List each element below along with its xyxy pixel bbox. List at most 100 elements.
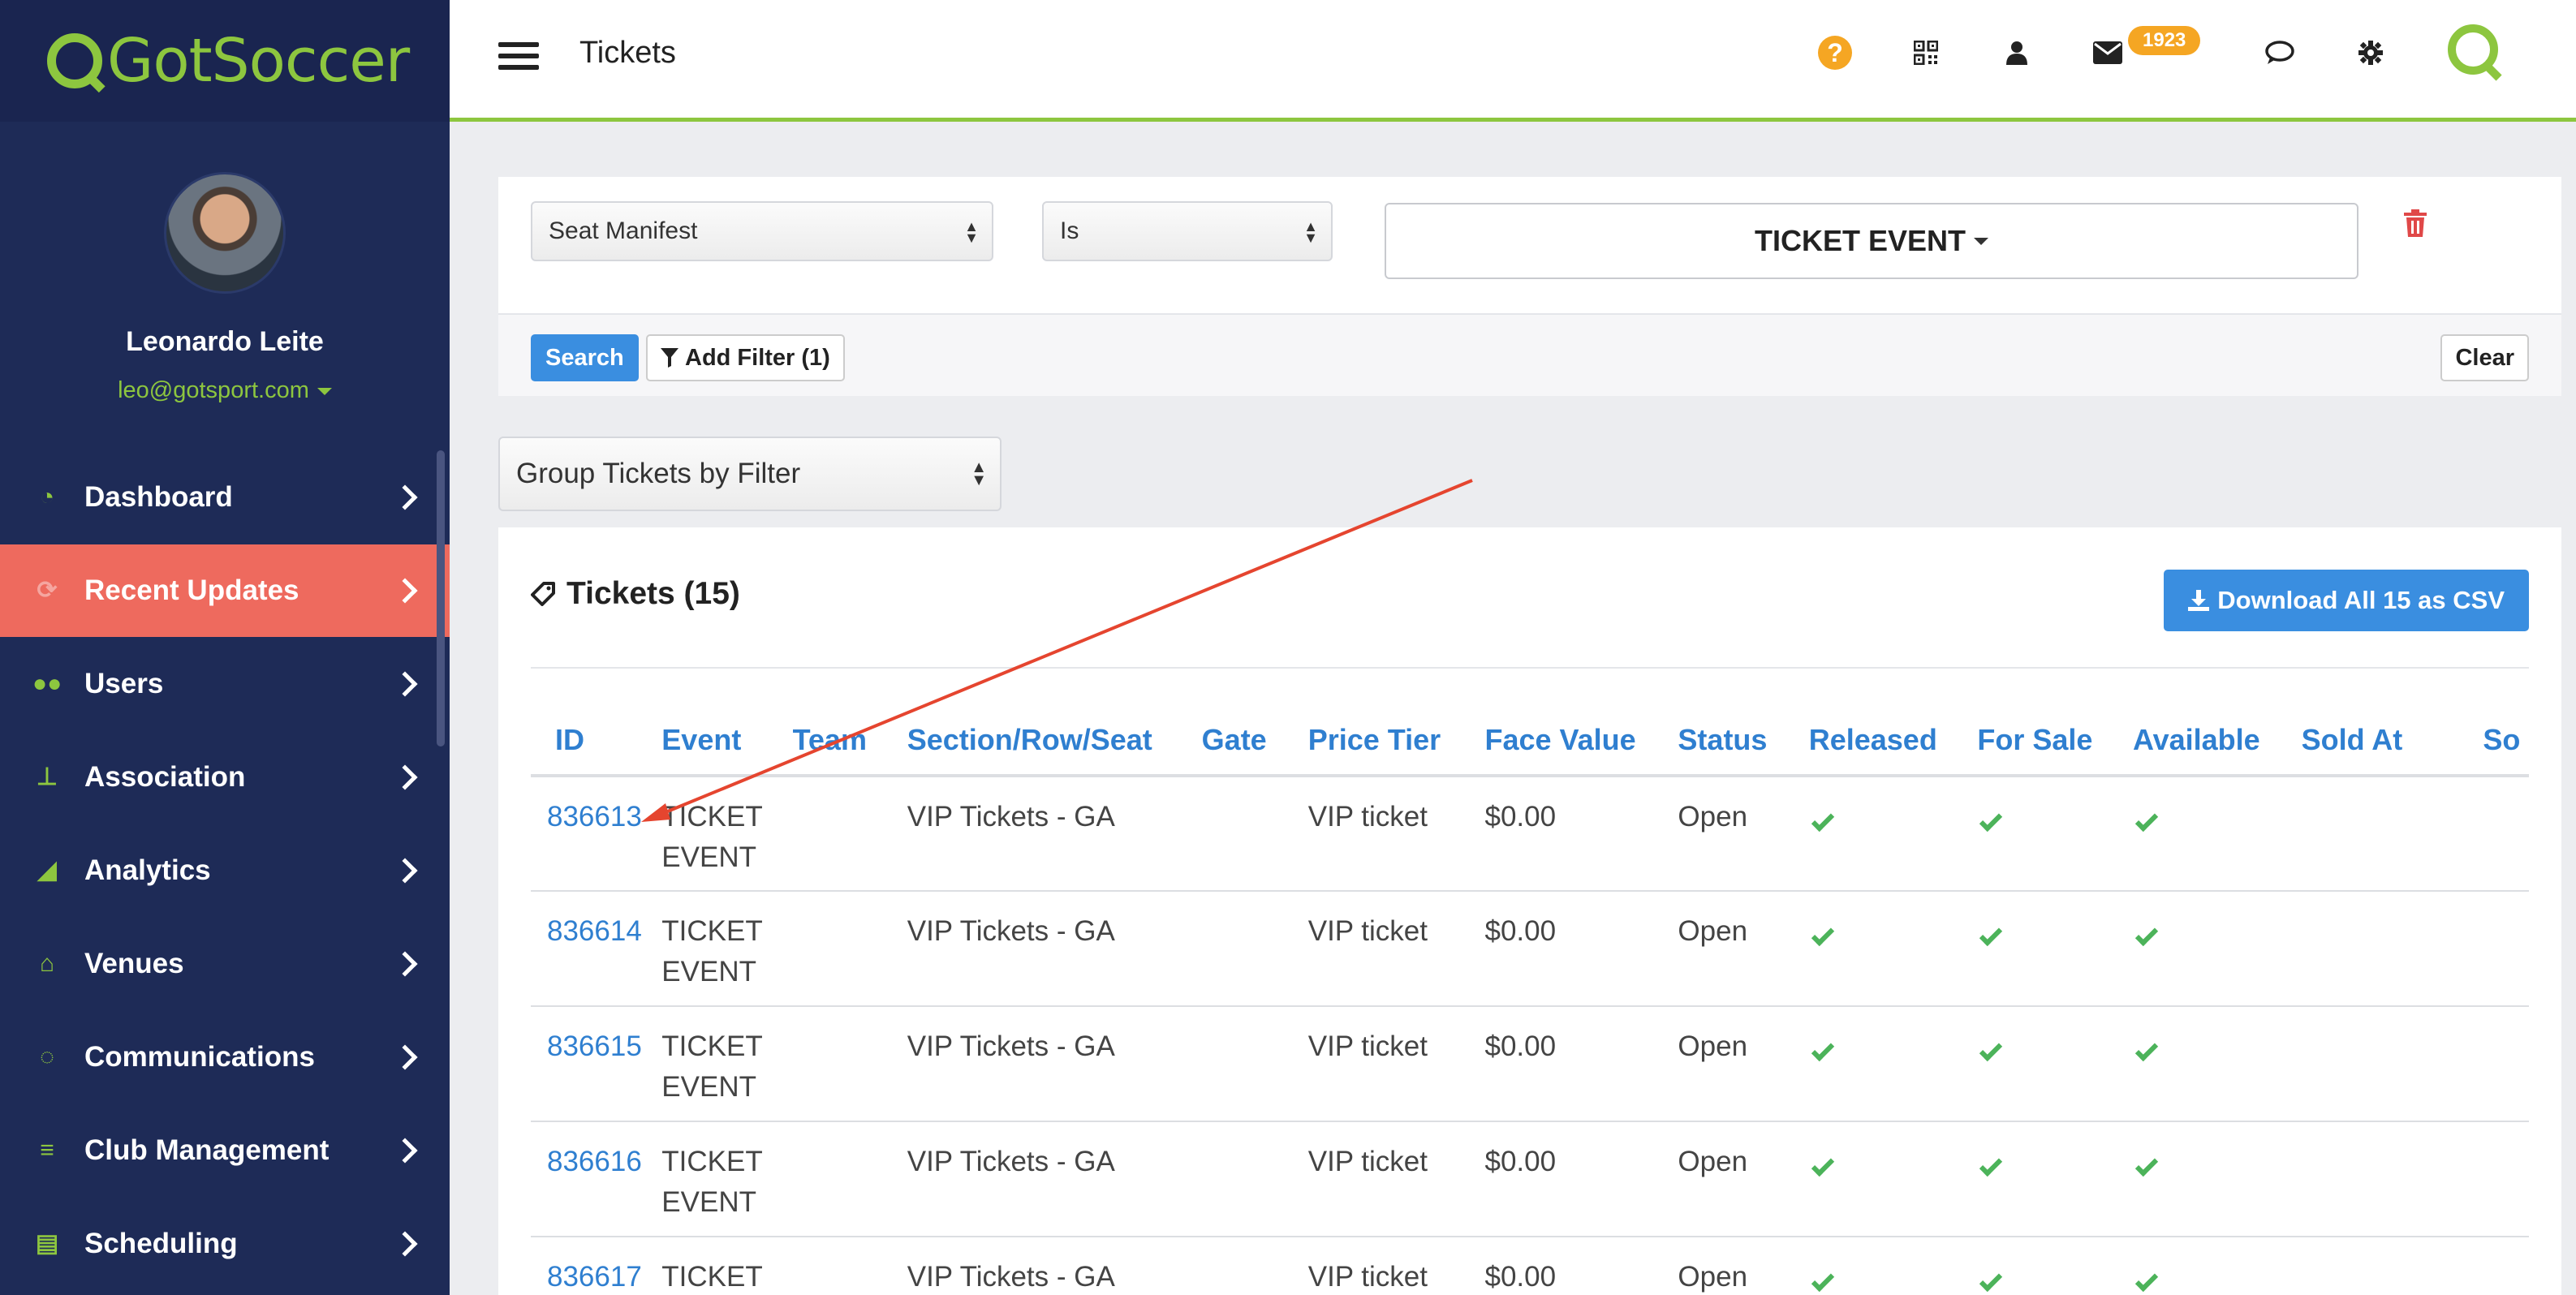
filter-value-dropdown[interactable]: TICKET EVENT <box>1385 203 2358 279</box>
filter-panel: Seat Manifest ▲ ▼ Is ▲ ▼ TICKET EVENT Sear… <box>498 177 2561 396</box>
filter-field-select[interactable]: Seat Manifest ▲ ▼ <box>531 201 993 261</box>
tickets-title: Tickets (15) <box>566 576 740 611</box>
column-header-available[interactable]: Available <box>2132 706 2302 777</box>
sidebar-scrollbar[interactable] <box>437 450 445 746</box>
add-filter-button[interactable]: Add Filter (1) <box>646 334 845 381</box>
column-header-status[interactable]: Status <box>1678 706 1809 777</box>
sidebar-item-dashboard[interactable]: ◔ Dashboard <box>0 451 450 544</box>
cell-gate <box>1201 1237 1308 1295</box>
check-icon <box>2134 808 2159 832</box>
table-row[interactable]: 836616 TICKET EVENT VIP Tickets - GA VIP ti… <box>531 1121 2529 1237</box>
chevron-right-icon <box>392 1044 418 1070</box>
download-csv-button[interactable]: Download All 15 as CSV <box>2164 570 2529 631</box>
page-title: Tickets <box>579 36 676 70</box>
check-icon <box>1979 808 2003 832</box>
divider <box>531 667 2529 669</box>
column-header-price-tier[interactable]: Price Tier <box>1307 706 1485 777</box>
comment-icon[interactable] <box>2259 32 2300 73</box>
filter-operator-select[interactable]: Is ▲ ▼ <box>1042 201 1333 261</box>
cell-id[interactable]: 836615 <box>531 1006 662 1122</box>
gear-icon[interactable] <box>2350 32 2391 73</box>
cell-for-sale <box>1977 1121 2133 1237</box>
cell-id[interactable]: 836616 <box>531 1121 662 1237</box>
check-icon <box>1811 1268 1834 1293</box>
check-icon <box>1811 923 1834 947</box>
cell-price-tier: VIP ticket <box>1307 1006 1485 1122</box>
clear-button[interactable]: Clear <box>2440 334 2529 381</box>
gotsoccer-logo[interactable]: GotSoccer <box>47 26 410 96</box>
cell-released <box>1808 776 1978 892</box>
cell-for-sale <box>1977 776 2133 892</box>
column-header-so[interactable]: So <box>2483 706 2529 777</box>
select-arrows-icon: ▲ ▼ <box>964 218 979 246</box>
cell-id[interactable]: 836613 <box>531 776 662 892</box>
sidebar-item-scheduling[interactable]: ▤ Scheduling <box>0 1198 450 1290</box>
sidebar-item-analytics[interactable]: ◢ Analytics <box>0 824 450 917</box>
profile-email-dropdown[interactable]: leo@gotsport.com <box>0 377 450 404</box>
sidebar-item-recent-updates[interactable]: ⟳ Recent Updates <box>0 544 450 637</box>
qrcode-icon[interactable] <box>1906 32 1946 73</box>
cell-team <box>792 1237 907 1295</box>
table-row[interactable]: 836614 TICKET EVENT VIP Tickets - GA VIP ti… <box>531 891 2529 1007</box>
table-row[interactable]: 836617 TICKET VIP Tickets - GA VIP ticket $0… <box>531 1237 2529 1295</box>
cell-sold-at <box>2301 776 2483 892</box>
select-arrows-icon: ▲ ▼ <box>1303 218 1318 246</box>
cell-price-tier: VIP ticket <box>1307 891 1485 1007</box>
column-header-gate[interactable]: Gate <box>1201 706 1308 777</box>
column-header-face-value[interactable]: Face Value <box>1484 706 1678 777</box>
group-tickets-select[interactable]: Group Tickets by Filter ▲ ▼ <box>498 437 1002 511</box>
search-button[interactable]: Search <box>531 334 639 381</box>
question-icon[interactable]: ? <box>1815 32 1855 73</box>
cell-gate <box>1201 776 1308 892</box>
column-header-id[interactable]: ID <box>531 706 662 777</box>
cell-price-tier: VIP ticket <box>1307 776 1485 892</box>
sidebar-item-association[interactable]: ⊥ Association <box>0 731 450 824</box>
cell-id[interactable]: 836614 <box>531 891 662 1007</box>
filter-value-label: TICKET EVENT <box>1754 224 1966 257</box>
table-row[interactable]: 836613 TICKET EVENT VIP Tickets - GA VIP ti… <box>531 776 2529 892</box>
filter-operator-value: Is <box>1060 217 1079 244</box>
cell-face-value: $0.00 <box>1484 1006 1678 1122</box>
cell-available <box>2132 891 2302 1007</box>
check-icon <box>1979 923 2003 947</box>
cell-released <box>1808 1237 1978 1295</box>
column-header-sold-at[interactable]: Sold At <box>2301 706 2483 777</box>
sidebar-item-club-management[interactable]: ≡ Club Management <box>0 1104 450 1197</box>
table-row[interactable]: 836615 TICKET EVENT VIP Tickets - GA VIP ti… <box>531 1006 2529 1122</box>
cell-section: VIP Tickets - GA <box>907 891 1202 1007</box>
hamburger-menu-icon[interactable] <box>498 42 539 70</box>
chevron-right-icon <box>392 671 418 697</box>
cell-status: Open <box>1678 1006 1809 1122</box>
check-icon <box>2134 1038 2159 1062</box>
column-header-released[interactable]: Released <box>1808 706 1978 777</box>
trash-icon[interactable] <box>2404 209 2427 237</box>
check-icon <box>1979 1153 2003 1177</box>
user-icon[interactable] <box>1997 32 2037 73</box>
sidebar: GotSoccer Leonardo Leite leo@gotsport.co… <box>0 0 450 1295</box>
column-header-team[interactable]: Team <box>792 706 907 777</box>
gotsoccer-mark-icon[interactable] <box>2448 24 2498 75</box>
envelope-icon[interactable] <box>2087 32 2128 73</box>
tickets-table: ID Event Team Section/Row/Seat Gate Price Tie… <box>531 706 2529 1295</box>
sidebar-item-users[interactable]: ●● Users <box>0 638 450 730</box>
cell-released <box>1808 1006 1978 1122</box>
chevron-right-icon <box>392 951 418 977</box>
table-header-row: ID Event Team Section/Row/Seat Gate Price Tie… <box>531 706 2529 777</box>
column-header-section-row-seat[interactable]: Section/Row/Seat <box>907 706 1202 777</box>
sidebar-item-venues[interactable]: ⌂ Venues <box>0 918 450 1010</box>
cell-id[interactable]: 836617 <box>531 1237 662 1295</box>
sidebar-item-label: Recent Updates <box>84 574 299 606</box>
column-header-for-sale[interactable]: For Sale <box>1977 706 2133 777</box>
cell-for-sale <box>1977 1006 2133 1122</box>
logo-text: GotSoccer <box>107 26 410 96</box>
chevron-right-icon <box>392 1231 418 1257</box>
sidebar-item-label: Communications <box>84 1041 315 1073</box>
filter-icon <box>661 348 678 368</box>
sidebar-item-communications[interactable]: ◌ Communications <box>0 1011 450 1104</box>
sidebar-item-label: Association <box>84 761 246 793</box>
cell-event: TICKET EVENT <box>661 776 793 892</box>
area-chart-icon: ◢ <box>37 857 57 884</box>
avatar[interactable] <box>164 172 286 294</box>
column-header-event[interactable]: Event <box>661 706 793 777</box>
cell-available <box>2132 1237 2302 1295</box>
